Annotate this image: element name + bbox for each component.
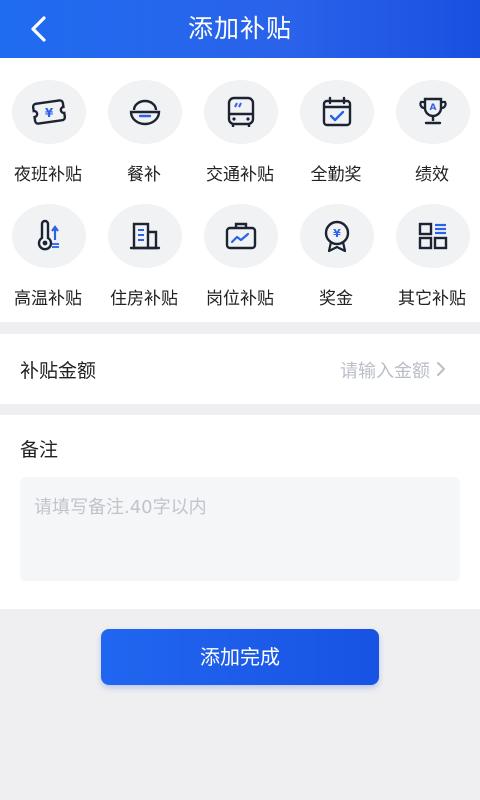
medal-yen-icon: ¥ xyxy=(324,220,350,253)
allowance-category-grid: ¥ 夜班补贴 餐补 交通补贴 全勤奖 A 绩效 高温补贴 住房补贴 岗位补贴 ¥… xyxy=(0,58,480,322)
note-textarea[interactable]: 请填写备注.40字以内 xyxy=(20,477,460,581)
rice-bowl-icon xyxy=(129,99,161,126)
building-icon xyxy=(129,222,161,250)
category-transport[interactable]: 交通补贴 xyxy=(192,58,288,185)
page-title: 添加补贴 xyxy=(187,14,292,43)
note-label: 备注 xyxy=(20,439,59,461)
svg-text:¥: ¥ xyxy=(333,227,341,240)
category-bonus[interactable]: ¥ 奖金 xyxy=(288,182,384,309)
category-performance[interactable]: A 绩效 xyxy=(384,58,480,185)
calendar-check-icon xyxy=(322,96,352,127)
category-label: 住房补贴 xyxy=(110,289,178,309)
app-header: 添加补贴 xyxy=(0,0,480,58)
category-other[interactable]: 其它补贴 xyxy=(384,182,480,309)
submit-button[interactable]: 添加完成 xyxy=(101,629,379,685)
grid-list-icon xyxy=(418,222,448,250)
amount-input[interactable]: 请输入金额 xyxy=(340,357,430,383)
thermometer-icon xyxy=(37,219,59,251)
briefcase-icon xyxy=(225,222,257,250)
category-high-temp[interactable]: 高温补贴 xyxy=(0,182,96,309)
category-attendance[interactable]: 全勤奖 xyxy=(288,58,384,185)
ticket-yen-icon: ¥ xyxy=(31,99,67,125)
trophy-icon: A xyxy=(419,97,447,125)
category-housing[interactable]: 住房补贴 xyxy=(96,182,192,309)
category-label: 奖金 xyxy=(319,289,353,309)
chevron-right-icon xyxy=(437,362,445,376)
amount-row[interactable]: 补贴金额 请输入金额 xyxy=(0,334,480,404)
bus-icon xyxy=(227,96,255,127)
svg-text:¥: ¥ xyxy=(45,106,54,120)
category-night-shift[interactable]: ¥ 夜班补贴 xyxy=(0,58,96,185)
category-meal[interactable]: 餐补 xyxy=(96,58,192,185)
category-label: 其它补贴 xyxy=(398,289,466,309)
category-label: 高温补贴 xyxy=(14,289,82,309)
category-position[interactable]: 岗位补贴 xyxy=(192,182,288,309)
svg-text:A: A xyxy=(430,103,437,113)
category-label: 岗位补贴 xyxy=(206,289,274,309)
note-section: 备注 请填写备注.40字以内 xyxy=(0,415,480,609)
amount-label: 补贴金额 xyxy=(20,360,97,382)
